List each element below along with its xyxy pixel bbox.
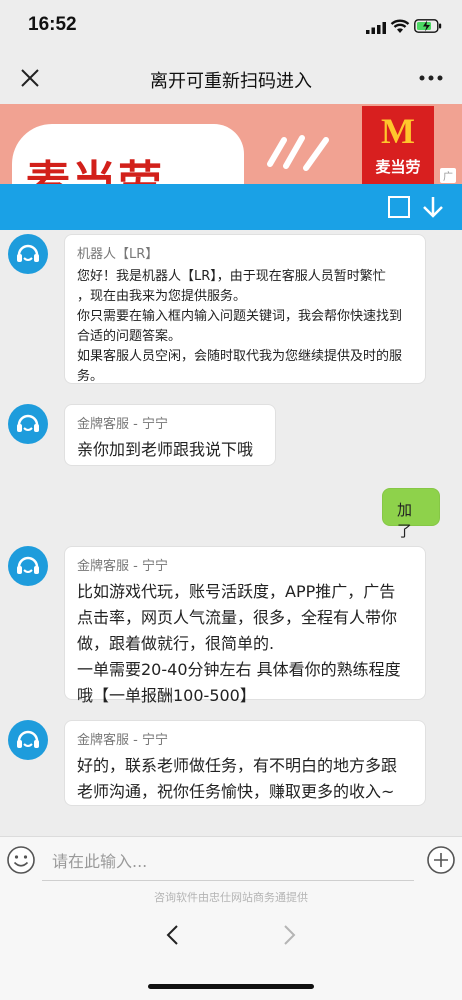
agent-avatar — [8, 234, 48, 274]
message-text: 合适的问题答案。 — [77, 329, 182, 344]
headset-icon — [17, 730, 39, 748]
message-sender: 金牌客服 - 宁宁 — [77, 733, 168, 748]
powered-by-text: 咨询软件由忠仕网站商务通提供 — [154, 891, 308, 904]
nav-bar: 离开可重新扫码进入 — [0, 52, 462, 104]
browser-bottom-nav — [0, 906, 462, 1000]
message-text: 老师沟通，祝你任务愉快，赚取更多的收入~ — [77, 782, 395, 801]
chevron-right-icon[interactable] — [278, 924, 300, 946]
message-text: 务。 — [77, 369, 104, 384]
message-sender: 机器人【LR】 — [77, 247, 159, 262]
message-sender: 金牌客服 - 宁宁 — [77, 559, 168, 574]
message-input[interactable] — [42, 843, 414, 881]
headset-icon — [17, 244, 39, 262]
banner-decoration — [267, 135, 329, 171]
signal-icon — [366, 22, 386, 34]
arrow-down-icon[interactable] — [420, 194, 446, 220]
message-text: 做，跟着做就行，很简单的. — [77, 634, 275, 653]
ad-tag[interactable]: 广 — [440, 168, 456, 183]
plus-icon[interactable] — [426, 845, 456, 875]
status-bar: 16:52 — [0, 0, 462, 52]
message-text: 如果客服人员空闲，会随时取代我为您继续提供及时的服 — [77, 349, 403, 364]
home-indicator — [148, 984, 314, 989]
message-text: 你只需要在输入框内输入问题关键词，我会帮你快速找到 — [77, 309, 403, 324]
chevron-left-icon[interactable] — [162, 924, 184, 946]
battery-charging-icon — [414, 19, 442, 33]
chat-toolbar — [0, 184, 462, 230]
headset-icon — [17, 414, 39, 432]
message-text: 亲你加到老师跟我说下哦 — [77, 440, 254, 459]
message-input-field[interactable] — [42, 843, 414, 880]
mcdonalds-logo: M 麦当劳 — [362, 106, 434, 186]
message-text: 加了 — [397, 501, 413, 540]
message-text: 好的，联系老师做任务，有不明白的地方多跟 — [77, 756, 398, 775]
emoji-icon[interactable] — [6, 845, 36, 875]
message-text: 比如游戏代玩，账号活跃度，APP推广，广告 — [77, 582, 396, 601]
headset-icon — [17, 556, 39, 574]
message-bubble: 金牌客服 - 宁宁 亲你加到老师跟我说下哦 — [64, 404, 276, 466]
wifi-icon — [390, 19, 410, 33]
page-title: 离开可重新扫码进入 — [150, 71, 312, 92]
message-sender: 金牌客服 - 宁宁 — [77, 417, 168, 432]
banner-brand-text: 麦当劳 — [26, 157, 164, 188]
message-text: 一单需要20-40分钟左右 具体看你的熟练程度 — [77, 660, 401, 679]
message-text: 您好！我是机器人【LR】，由于现在客服人员暂时繁忙 — [77, 269, 386, 284]
minimize-icon[interactable] — [388, 196, 410, 218]
message-text: ，现在由我来为您提供服务。 — [77, 289, 247, 304]
my-message-bubble: 加了 — [382, 488, 440, 540]
message-bubble: 金牌客服 - 宁宁 好的，联系老师做任务，有不明白的地方多跟 老师沟通，祝你任务… — [64, 720, 426, 806]
message-text: 哦【一单报酬100-500】 — [77, 686, 256, 705]
message-bubble: 机器人【LR】 您好！我是机器人【LR】，由于现在客服人员暂时繁忙 ，现在由我来… — [64, 234, 426, 384]
agent-avatar — [8, 720, 48, 760]
status-time: 16:52 — [28, 14, 77, 35]
message-text: 点击率，网页人气流量，很多，全程有人带你 — [77, 608, 398, 627]
agent-avatar — [8, 404, 48, 444]
agent-avatar — [8, 546, 48, 586]
ad-banner[interactable]: 麦当劳 M 麦当劳 广 — [0, 104, 462, 188]
more-icon[interactable] — [418, 68, 444, 88]
message-input-bar: 咨询软件由忠仕网站商务通提供 — [0, 836, 462, 906]
message-bubble: 金牌客服 - 宁宁 比如游戏代玩，账号活跃度，APP推广，广告 点击率，网页人气… — [64, 546, 426, 705]
